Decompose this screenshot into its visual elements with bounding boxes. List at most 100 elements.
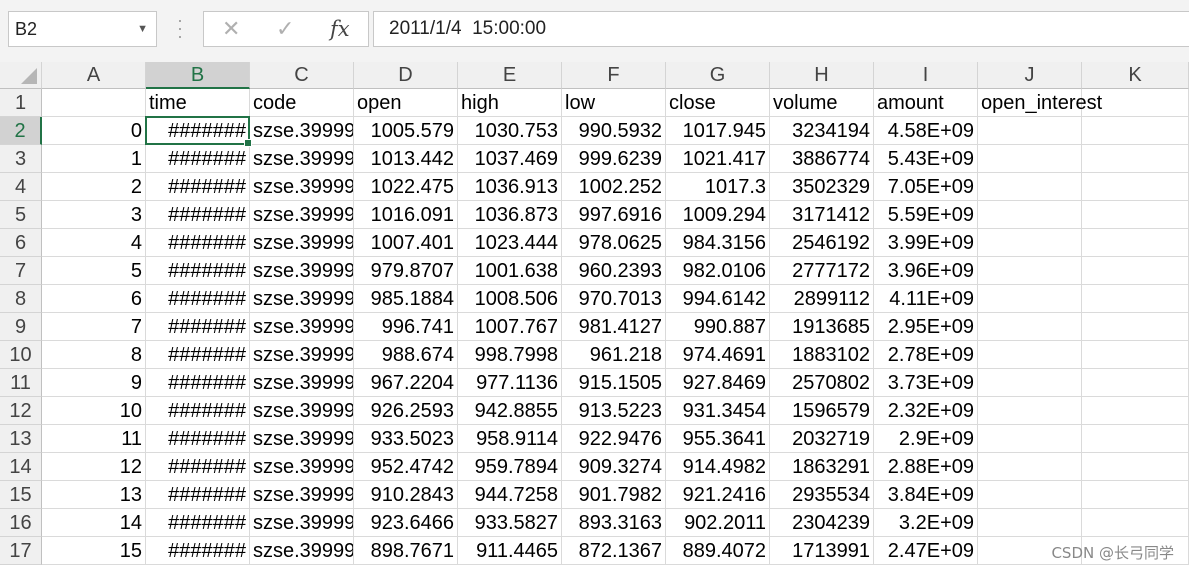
table-cell[interactable]: szse.399999 <box>250 369 354 397</box>
header-cell[interactable]: high <box>458 89 562 117</box>
table-cell[interactable]: ####### <box>146 453 250 481</box>
table-cell[interactable]: 1001.638 <box>458 257 562 285</box>
table-cell[interactable]: 0 <box>42 117 146 145</box>
table-cell[interactable]: szse.399999 <box>250 257 354 285</box>
table-cell[interactable]: 10 <box>42 397 146 425</box>
table-cell[interactable]: ####### <box>146 481 250 509</box>
table-cell[interactable]: 1030.753 <box>458 117 562 145</box>
table-cell[interactable]: 982.0106 <box>666 257 770 285</box>
column-header-f[interactable]: F <box>562 62 666 89</box>
table-cell[interactable]: 3.2E+09 <box>874 509 978 537</box>
table-cell[interactable]: 990.5932 <box>562 117 666 145</box>
table-cell[interactable]: 3.84E+09 <box>874 481 978 509</box>
table-cell[interactable]: szse.399999 <box>250 425 354 453</box>
table-cell[interactable]: 2.32E+09 <box>874 397 978 425</box>
table-cell[interactable]: szse.399999 <box>250 173 354 201</box>
column-header-k[interactable]: K <box>1082 62 1189 89</box>
table-cell[interactable]: 1036.913 <box>458 173 562 201</box>
header-cell[interactable]: close <box>666 89 770 117</box>
column-header-i[interactable]: I <box>874 62 978 89</box>
table-cell[interactable]: 926.2593 <box>354 397 458 425</box>
table-cell[interactable]: 3886774 <box>770 145 874 173</box>
table-cell[interactable]: 911.4465 <box>458 537 562 565</box>
table-cell[interactable] <box>978 453 1082 481</box>
table-cell[interactable] <box>978 397 1082 425</box>
table-cell[interactable]: 4.11E+09 <box>874 285 978 313</box>
table-cell[interactable]: 3.73E+09 <box>874 369 978 397</box>
table-cell[interactable]: 3502329 <box>770 173 874 201</box>
table-cell[interactable]: 2.78E+09 <box>874 341 978 369</box>
row-header[interactable]: 10 <box>0 341 42 369</box>
table-cell[interactable]: 4 <box>42 229 146 257</box>
more-options-icon[interactable]: · · · <box>175 11 185 45</box>
table-cell[interactable]: 12 <box>42 453 146 481</box>
formula-input[interactable]: 2011/1/4 15:00:00 <box>373 11 1189 47</box>
table-cell[interactable]: ####### <box>146 173 250 201</box>
table-cell[interactable] <box>1082 341 1189 369</box>
table-cell[interactable]: 3.96E+09 <box>874 257 978 285</box>
table-cell[interactable]: 3 <box>42 201 146 229</box>
table-cell[interactable]: 970.7013 <box>562 285 666 313</box>
name-box[interactable]: B2 ▼ <box>8 11 157 47</box>
table-cell[interactable]: ####### <box>146 313 250 341</box>
table-cell[interactable] <box>978 313 1082 341</box>
table-cell[interactable] <box>978 285 1082 313</box>
table-cell[interactable]: 921.2416 <box>666 481 770 509</box>
table-cell[interactable] <box>978 425 1082 453</box>
table-cell[interactable]: 7 <box>42 313 146 341</box>
table-cell[interactable]: 872.1367 <box>562 537 666 565</box>
table-cell[interactable]: 2032719 <box>770 425 874 453</box>
table-cell[interactable]: 1017.945 <box>666 117 770 145</box>
table-cell[interactable]: szse.399999 <box>250 229 354 257</box>
table-cell[interactable]: 889.4072 <box>666 537 770 565</box>
table-cell[interactable]: 5.43E+09 <box>874 145 978 173</box>
table-cell[interactable]: 15 <box>42 537 146 565</box>
table-cell[interactable]: 1008.506 <box>458 285 562 313</box>
table-cell[interactable] <box>978 201 1082 229</box>
row-header[interactable]: 16 <box>0 509 42 537</box>
table-cell[interactable]: 5 <box>42 257 146 285</box>
table-cell[interactable]: 3.99E+09 <box>874 229 978 257</box>
table-cell[interactable]: ####### <box>146 117 250 145</box>
table-cell[interactable]: 893.3163 <box>562 509 666 537</box>
table-cell[interactable]: 1596579 <box>770 397 874 425</box>
table-cell[interactable]: ####### <box>146 229 250 257</box>
table-cell[interactable]: 5.59E+09 <box>874 201 978 229</box>
row-header[interactable]: 3 <box>0 145 42 173</box>
table-cell[interactable]: 13 <box>42 481 146 509</box>
table-cell[interactable] <box>1082 481 1189 509</box>
header-cell[interactable]: volume <box>770 89 874 117</box>
table-cell[interactable]: 967.2204 <box>354 369 458 397</box>
table-cell[interactable]: 994.6142 <box>666 285 770 313</box>
table-cell[interactable]: 9 <box>42 369 146 397</box>
table-cell[interactable]: 2570802 <box>770 369 874 397</box>
table-cell[interactable]: 1 <box>42 145 146 173</box>
table-cell[interactable] <box>978 117 1082 145</box>
header-cell[interactable]: amount <box>874 89 978 117</box>
column-header-a[interactable]: A <box>42 62 146 89</box>
row-header[interactable]: 2 <box>0 117 42 145</box>
table-cell[interactable]: 1022.475 <box>354 173 458 201</box>
header-cell[interactable] <box>42 89 146 117</box>
table-cell[interactable]: 978.0625 <box>562 229 666 257</box>
table-cell[interactable]: 999.6239 <box>562 145 666 173</box>
table-cell[interactable]: 961.218 <box>562 341 666 369</box>
table-cell[interactable]: 979.8707 <box>354 257 458 285</box>
row-header[interactable]: 7 <box>0 257 42 285</box>
table-cell[interactable]: 6 <box>42 285 146 313</box>
table-cell[interactable]: szse.399999 <box>250 537 354 565</box>
row-header[interactable]: 5 <box>0 201 42 229</box>
table-cell[interactable]: 898.7671 <box>354 537 458 565</box>
table-cell[interactable] <box>978 173 1082 201</box>
row-header[interactable]: 13 <box>0 425 42 453</box>
table-cell[interactable]: 931.3454 <box>666 397 770 425</box>
table-cell[interactable]: 1013.442 <box>354 145 458 173</box>
row-header[interactable]: 9 <box>0 313 42 341</box>
table-cell[interactable]: 2304239 <box>770 509 874 537</box>
table-cell[interactable]: 955.3641 <box>666 425 770 453</box>
table-cell[interactable]: ####### <box>146 145 250 173</box>
row-header[interactable]: 6 <box>0 229 42 257</box>
table-cell[interactable]: ####### <box>146 369 250 397</box>
table-cell[interactable]: 958.9114 <box>458 425 562 453</box>
chevron-down-icon[interactable]: ▼ <box>137 12 148 46</box>
